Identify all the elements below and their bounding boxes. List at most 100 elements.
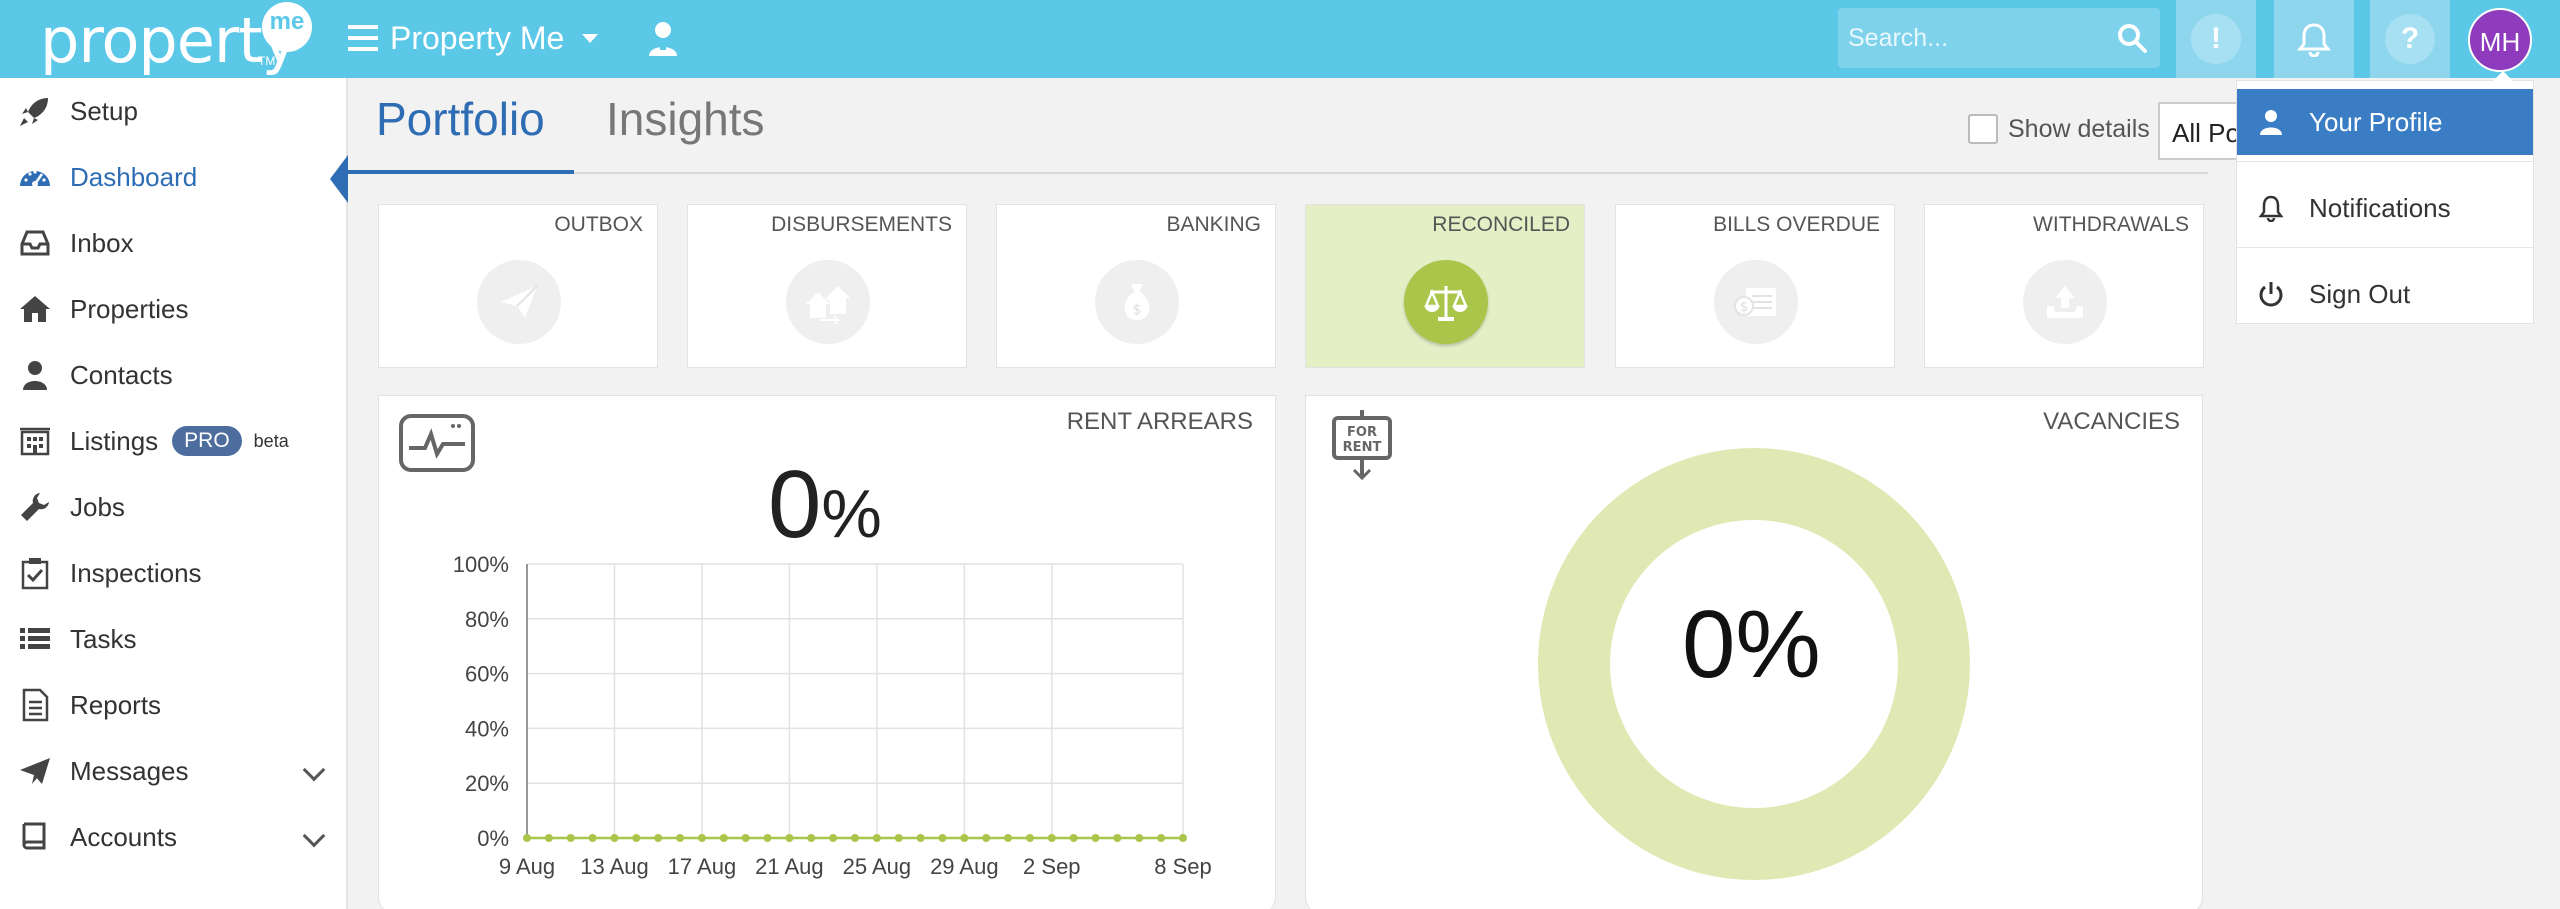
sidebar-item-listings[interactable]: Listings PRO beta xyxy=(18,408,338,474)
x-tick-label: 21 Aug xyxy=(755,854,824,879)
logo-me-badge: me xyxy=(262,2,312,52)
data-point xyxy=(938,834,947,842)
data-point xyxy=(610,834,619,842)
data-point xyxy=(566,834,575,842)
data-point xyxy=(697,834,706,842)
data-point xyxy=(1135,834,1144,842)
card-label: RECONCILED xyxy=(1432,213,1570,236)
show-details-checkbox[interactable] xyxy=(1968,114,1998,144)
menu-item-sign-out[interactable]: Sign Out xyxy=(2237,261,2533,327)
data-point xyxy=(763,834,772,842)
card-banking[interactable]: BANKING $ xyxy=(996,204,1276,368)
data-point xyxy=(851,834,859,842)
sidebar-item-reports[interactable]: Reports xyxy=(18,672,338,738)
sidebar-item-inspections[interactable]: Inspections xyxy=(18,540,338,606)
money-bag-icon: $ xyxy=(1124,284,1150,320)
exclamation-icon: ! xyxy=(2191,14,2241,64)
search-box xyxy=(1838,8,2160,68)
agent-person-icon[interactable] xyxy=(646,20,680,58)
data-point xyxy=(785,834,794,842)
x-tick-label: 17 Aug xyxy=(668,854,737,879)
sidebar-item-label: Accounts xyxy=(70,821,177,852)
search-icon[interactable] xyxy=(2116,22,2148,54)
svg-text:$: $ xyxy=(1133,302,1142,318)
wrench-icon xyxy=(21,493,49,521)
chevron-down-icon[interactable] xyxy=(302,758,326,782)
account-switcher-label: Property Me xyxy=(390,19,565,56)
sidebar-item-label: Tasks xyxy=(70,623,137,654)
menu-item-your-profile[interactable]: Your Profile xyxy=(2237,89,2533,155)
sidebar-item-label: Properties xyxy=(70,293,189,324)
scales-icon xyxy=(1424,286,1468,321)
sidebar-item-inbox[interactable]: Inbox xyxy=(18,210,338,276)
pro-badge: PRO xyxy=(172,426,242,456)
caret-down-icon xyxy=(582,33,599,43)
search-input[interactable] xyxy=(1848,20,2108,56)
sidebar-item-dashboard[interactable]: Dashboard xyxy=(0,144,338,210)
building-icon xyxy=(20,427,50,456)
clipboard-check-icon xyxy=(21,558,49,590)
card-disbursements[interactable]: DISBURSEMENTS xyxy=(687,204,967,368)
show-details-label: Show details xyxy=(2008,114,2150,143)
propertyme-logo[interactable]: property me TM xyxy=(40,2,320,77)
menu-item-label: Your Profile xyxy=(2309,106,2443,137)
data-point xyxy=(982,834,991,842)
sidebar-item-messages[interactable]: Messages xyxy=(18,738,338,804)
document-icon xyxy=(22,688,49,722)
data-point xyxy=(719,834,728,842)
paper-plane-icon xyxy=(501,285,538,318)
logo-trademark: TM xyxy=(258,54,276,68)
data-point xyxy=(1069,834,1078,842)
card-outbox[interactable]: OUTBOX xyxy=(378,204,658,368)
card-reconciled[interactable]: RECONCILED xyxy=(1305,204,1585,368)
card-label: BILLS OVERDUE xyxy=(1713,213,1880,236)
sidebar-item-label: Inspections xyxy=(70,557,202,588)
tab-portfolio[interactable]: Portfolio xyxy=(376,92,545,162)
dashboard-tabs: Portfolio Insights xyxy=(348,78,2208,174)
user-avatar[interactable]: MH xyxy=(2468,8,2532,72)
profile-dropdown-menu: Your Profile Notifications Sign Out xyxy=(2236,71,2534,327)
menu-item-notifications[interactable]: Notifications xyxy=(2237,175,2533,241)
upload-tray-icon xyxy=(2047,286,2083,318)
question-icon: ? xyxy=(2385,14,2435,64)
account-switcher-button[interactable]: Property Me xyxy=(348,18,599,58)
sidebar-item-jobs[interactable]: Jobs xyxy=(18,474,338,540)
card-bills-overdue[interactable]: BILLS OVERDUE $ xyxy=(1615,204,1895,368)
person-icon xyxy=(23,361,47,390)
y-tick-label: 40% xyxy=(465,716,509,741)
notifications-button[interactable] xyxy=(2274,0,2354,78)
y-tick-label: 20% xyxy=(465,771,509,796)
help-button[interactable]: ? xyxy=(2370,0,2450,78)
data-point xyxy=(1047,834,1056,842)
sidebar-item-label: Jobs xyxy=(70,491,125,522)
data-point xyxy=(894,834,903,842)
alerts-button[interactable]: ! xyxy=(2176,0,2256,78)
rent-arrears-unit: % xyxy=(821,476,882,552)
data-point xyxy=(654,834,663,842)
sidebar-item-accounts[interactable]: Accounts xyxy=(18,804,338,870)
power-icon xyxy=(2259,282,2283,307)
x-tick-label: 9 Aug xyxy=(499,854,555,879)
data-point xyxy=(676,834,685,842)
book-icon xyxy=(22,822,46,850)
svg-text:RENT: RENT xyxy=(1343,440,1382,455)
chevron-down-icon[interactable] xyxy=(302,824,326,848)
card-icon-bubble xyxy=(786,260,870,344)
person-icon xyxy=(2260,110,2282,135)
tab-insights[interactable]: Insights xyxy=(606,92,765,162)
active-indicator-arrow xyxy=(330,155,348,203)
sidebar-item-properties[interactable]: Properties xyxy=(18,276,338,342)
rent-arrears-line-chart: 100% 80% 60% 40% 20% 0% 9 Aug 13 Aug 17 Aug 21 Au… xyxy=(453,552,1212,879)
show-details-toggle[interactable]: Show details xyxy=(1968,114,2150,144)
card-withdrawals[interactable]: WITHDRAWALS xyxy=(1924,204,2204,368)
data-point xyxy=(829,834,838,842)
sidebar-item-setup[interactable]: Setup xyxy=(18,78,338,144)
card-icon-bubble xyxy=(477,260,561,344)
rent-arrears-number: 0 xyxy=(768,451,822,558)
bell-icon xyxy=(2258,195,2284,222)
sidebar-item-tasks[interactable]: Tasks xyxy=(18,606,338,672)
sidebar-item-contacts[interactable]: Contacts xyxy=(18,342,338,408)
vacancies-value: 0% xyxy=(1682,591,1821,698)
y-tick-label: 80% xyxy=(465,607,509,632)
card-icon-bubble xyxy=(2023,260,2107,344)
